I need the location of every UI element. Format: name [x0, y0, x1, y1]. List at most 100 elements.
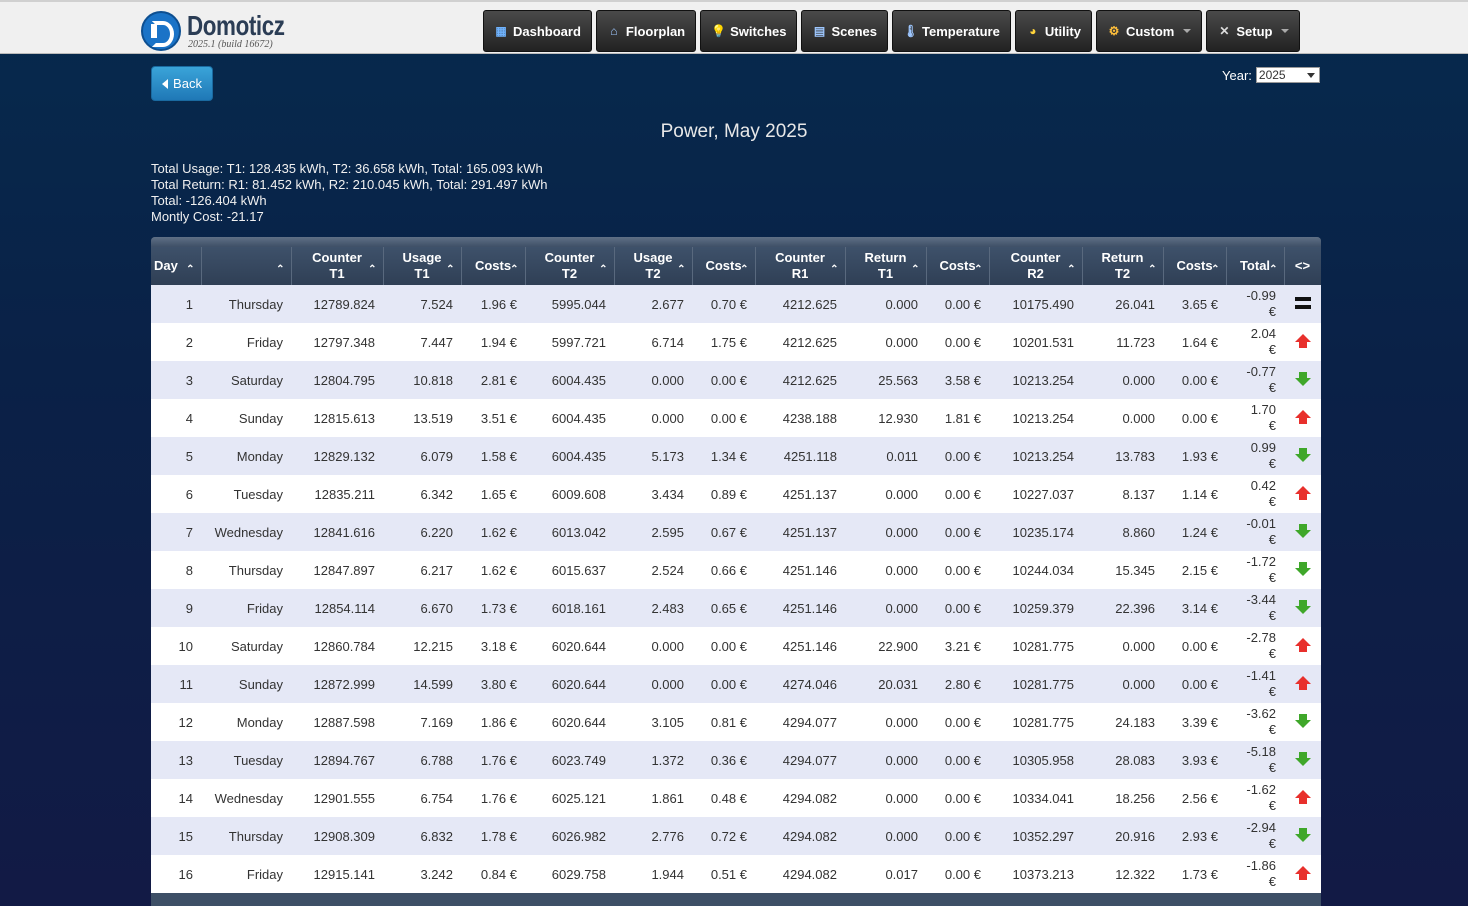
nav-floorplan-button[interactable]: ⌂ Floorplan — [595, 10, 697, 52]
total-cell: -2.94 € — [1226, 817, 1284, 855]
table-cell: 0.00 € — [926, 551, 989, 589]
column-header[interactable]: Costs ⌃ — [926, 247, 990, 285]
column-header[interactable]: Total ⌃ — [1226, 247, 1285, 285]
table-row: 4 Sunday 12815.613 13.519 3.51 €6004.435 0.00… — [151, 399, 1321, 437]
table-cell: 12804.795 — [291, 361, 383, 399]
arrow-down-icon — [1294, 561, 1311, 576]
year-select[interactable]: 2025 — [1255, 67, 1320, 83]
table-cell: 3.51 € — [461, 399, 525, 437]
sort-icon: ⌃ — [368, 264, 377, 275]
column-header[interactable]: Counter R2 ⌃ — [989, 247, 1083, 285]
arrow-down-icon — [1294, 713, 1311, 728]
table-cell: 10235.174 — [989, 513, 1082, 551]
table-cell: 3.21 € — [926, 627, 989, 665]
column-header[interactable]: ⌃ — [201, 247, 292, 285]
table-cell: 6026.982 — [525, 817, 614, 855]
chevron-down-icon — [1281, 29, 1290, 33]
arrow-down-icon — [1294, 599, 1311, 614]
sort-icon: ⌃ — [446, 264, 455, 275]
table-cell: 0.000 — [845, 513, 926, 551]
table-cell: 28.083 — [1082, 741, 1163, 779]
table-cell: 5 — [151, 437, 201, 475]
nav-label: Custom — [1125, 23, 1175, 39]
column-header[interactable]: <> — [1284, 247, 1321, 285]
table-cell: 0.000 — [1082, 399, 1163, 437]
table-cell: 10213.254 — [989, 361, 1082, 399]
table-cell: 1 — [151, 285, 201, 323]
total-cell: -2.78 € — [1226, 627, 1284, 665]
nav-dashboard-button[interactable]: ▦ Dashboard — [483, 10, 592, 52]
arrow-up-icon — [1294, 485, 1311, 500]
table-cell: Saturday — [201, 627, 291, 665]
nav-temperature-button[interactable]: 🌡 Temperature — [892, 10, 1011, 52]
table-cell: 10227.037 — [989, 475, 1082, 513]
column-header[interactable]: Return T1 ⌃ — [845, 247, 927, 285]
table-cell: 1.78 € — [461, 817, 525, 855]
table-cell: 4294.082 — [755, 779, 845, 817]
table-cell: 13.783 — [1082, 437, 1163, 475]
table-cell: 0.000 — [614, 361, 692, 399]
domoticz-logo[interactable]: Domoticz 2025.1 (build 16672) — [141, 9, 301, 53]
column-header[interactable]: Usage T2 ⌃ — [614, 247, 693, 285]
table-cell: Monday — [201, 437, 291, 475]
table-cell: 6023.749 — [525, 741, 614, 779]
nav-utility-button[interactable]: ◕ Utility — [1014, 10, 1092, 52]
summary-total: Total: -126.404 kWh — [151, 193, 267, 208]
arrow-up-icon — [1294, 333, 1311, 348]
table-cell: 0.00 € — [926, 589, 989, 627]
nav-setup-button[interactable]: ✕ Setup — [1206, 10, 1301, 52]
table-cell: 7.524 — [383, 285, 461, 323]
trend-cell — [1284, 817, 1321, 855]
column-header[interactable]: Costs ⌃ — [692, 247, 756, 285]
sort-icon: ⌃ — [1211, 264, 1220, 275]
table-cell: 0.65 € — [692, 589, 755, 627]
table-cell: 0.00 € — [692, 399, 755, 437]
column-header[interactable]: Counter T2 ⌃ — [525, 247, 615, 285]
table-row: 8 Thursday 12847.897 6.217 1.62 €6015.637 2.5… — [151, 551, 1321, 589]
table-body: 1 Thursday 12789.824 7.524 1.96 €5995.044 2.6… — [151, 285, 1321, 893]
table-cell: 7.169 — [383, 703, 461, 741]
table-cell: 10334.041 — [989, 779, 1082, 817]
table-cell: 11.723 — [1082, 323, 1163, 361]
table-cell: 13.519 — [383, 399, 461, 437]
column-header[interactable]: Return T2 ⌃ — [1082, 247, 1164, 285]
summary: Total Usage: T1: 128.435 kWh, T2: 36.658… — [151, 161, 547, 225]
gear-icon: ⚙ — [1108, 23, 1120, 38]
table-cell: 3.105 — [614, 703, 692, 741]
column-header[interactable]: Costs ⌃ — [461, 247, 526, 285]
column-header[interactable]: Counter R1 ⌃ — [755, 247, 846, 285]
arrow-down-icon — [1294, 751, 1311, 766]
column-header[interactable]: Counter T1 ⌃ — [291, 247, 384, 285]
trend-cell — [1284, 513, 1321, 551]
table-cell: 12908.309 — [291, 817, 383, 855]
total-currency: € — [1268, 570, 1276, 585]
column-header[interactable]: Costs ⌃ — [1163, 247, 1227, 285]
column-header[interactable]: Day ⌃ — [151, 247, 202, 285]
nav-scenes-button[interactable]: ▤ Scenes — [801, 10, 889, 52]
table-cell: 0.000 — [845, 741, 926, 779]
table-cell: 0.000 — [845, 551, 926, 589]
table-cell: 1.58 € — [461, 437, 525, 475]
total-value: 0.42 — [1250, 478, 1276, 493]
table-cell: 15 — [151, 817, 201, 855]
column-header-label: <> — [1294, 258, 1311, 273]
column-header[interactable]: Usage T1 ⌃ — [383, 247, 462, 285]
total-currency: € — [1268, 304, 1276, 319]
total-value: -0.01 — [1246, 516, 1276, 531]
table-cell: 0.48 € — [692, 779, 755, 817]
back-button[interactable]: Back — [151, 66, 213, 101]
nav-custom-button[interactable]: ⚙ Custom — [1095, 10, 1203, 52]
table-cell: 1.861 — [614, 779, 692, 817]
table-cell: 12894.767 — [291, 741, 383, 779]
total-currency: € — [1268, 418, 1276, 433]
table-cell: 6015.637 — [525, 551, 614, 589]
table-cell: 0.000 — [845, 323, 926, 361]
table-cell: 0.00 € — [692, 361, 755, 399]
table-cell: 2.595 — [614, 513, 692, 551]
table-cell: 13 — [151, 741, 201, 779]
total-cell: -1.41 € — [1226, 665, 1284, 703]
table-cell: 0.011 — [845, 437, 926, 475]
nav-switches-button[interactable]: 💡 Switches — [700, 10, 798, 52]
report-table-container: Day ⌃ ⌃ Counter T1 ⌃ Usage T1 ⌃ Costs ⌃ Counter T2 ⌃ U… — [151, 237, 1321, 906]
total-value: -1.72 — [1246, 554, 1276, 569]
